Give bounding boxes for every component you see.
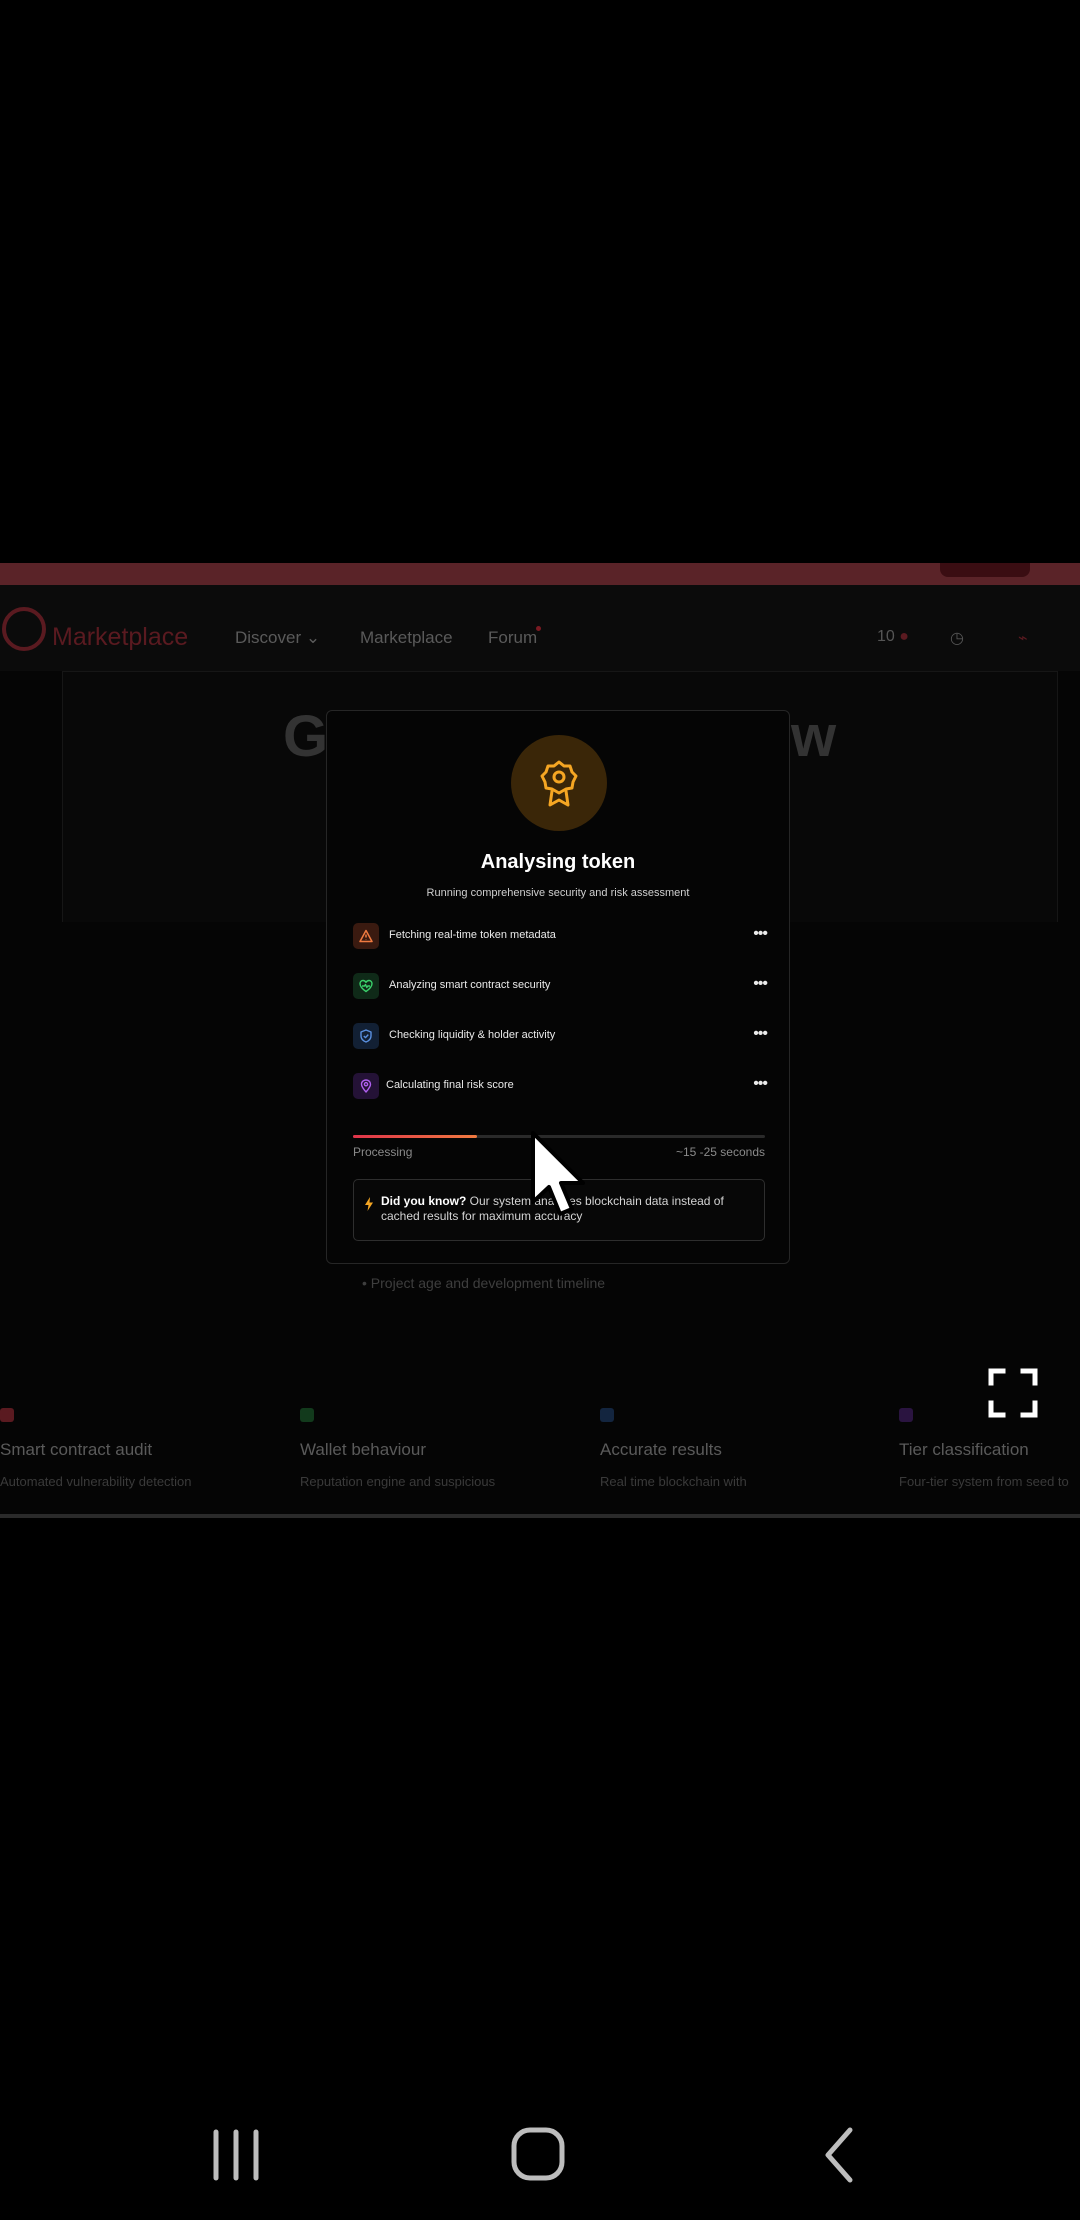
step-label: Analyzing smart contract security — [389, 979, 551, 991]
tip-heading: Did you know? — [381, 1194, 467, 1208]
feature-title: Smart contract audit — [0, 1440, 153, 1459]
fullscreen-icon[interactable] — [988, 1368, 1038, 1418]
step-icon-box — [353, 923, 379, 949]
shield-icon — [360, 1029, 372, 1043]
logo-icon[interactable] — [2, 607, 46, 651]
feature-wallet: Wallet behaviour Reputation engine and s… — [300, 1408, 600, 1489]
lightning-icon — [365, 1197, 373, 1211]
clock-icon[interactable]: ◷ — [950, 628, 964, 648]
fire-icon: ● — [899, 628, 909, 645]
feature-desc: Reputation engine and suspicious — [300, 1474, 496, 1489]
step-label: Fetching real-time token metadata — [389, 929, 556, 941]
step-fetch-metadata: Fetching real-time token metadata ••• — [353, 923, 768, 949]
feature-icon — [300, 1408, 314, 1422]
nav-discover[interactable]: Discover ⌄ — [235, 628, 320, 648]
step-loading-dots: ••• — [753, 975, 768, 992]
feature-smart-contract: Smart contract audit Automated vulnerabi… — [0, 1408, 300, 1489]
system-navigation-bar — [0, 2080, 1080, 2220]
progress-eta: ~15 -25 seconds — [675, 1145, 765, 1159]
nav-forum[interactable]: Forum — [488, 628, 537, 648]
feature-tier: Tier classification Four-tier system fro… — [899, 1408, 1080, 1489]
mouse-cursor-icon — [531, 1131, 585, 1216]
progress-fill — [353, 1135, 477, 1138]
step-label: Calculating final risk score — [386, 1079, 514, 1091]
nav-marketplace[interactable]: Marketplace — [360, 628, 453, 648]
feature-desc: Real time blockchain with — [600, 1474, 747, 1489]
feature-accurate: Accurate results Real time blockchain wi… — [600, 1408, 900, 1489]
step-icon-box — [353, 1023, 379, 1049]
hero-heading-right: w — [791, 704, 837, 769]
modal-subtitle: Running comprehensive security and risk … — [426, 887, 690, 899]
step-icon-box — [353, 973, 379, 999]
step-risk-score: Calculating final risk score ••• — [353, 1073, 768, 1099]
feature-icon — [0, 1408, 14, 1422]
logo-text[interactable]: Marketplace — [52, 623, 188, 652]
location-pin-icon — [360, 1079, 372, 1093]
modal-title: Analysing token — [480, 851, 636, 873]
feature-title: Wallet behaviour — [300, 1440, 426, 1459]
promo-bar — [0, 563, 1080, 585]
back-icon[interactable] — [800, 2120, 880, 2190]
chevron-down-icon: ⌄ — [305, 628, 321, 647]
progress-label: Processing — [353, 1145, 413, 1159]
feature-icon — [899, 1408, 913, 1422]
warning-icon — [359, 929, 373, 943]
wallet-icon[interactable]: ⌁ — [1018, 628, 1028, 648]
feature-title: Accurate results — [600, 1440, 722, 1459]
points-count[interactable]: 10 ● — [877, 628, 909, 646]
heart-pulse-icon — [359, 979, 373, 993]
step-loading-dots: ••• — [753, 1025, 768, 1042]
screen: Marketplace Discover ⌄ Marketplace Forum… — [0, 0, 1080, 2220]
feature-title: Tier classification — [899, 1440, 1029, 1459]
recent-apps-icon[interactable] — [196, 2120, 276, 2190]
step-liquidity: Checking liquidity & holder activity ••• — [353, 1023, 768, 1049]
step-loading-dots: ••• — [753, 925, 768, 942]
feature-bullet: • Project age and development timeline — [362, 1275, 606, 1291]
award-icon — [540, 760, 578, 807]
forum-badge — [536, 626, 541, 631]
feature-desc: Four-tier system from seed to — [899, 1474, 1069, 1489]
hero-heading-left: G — [283, 704, 329, 769]
home-icon[interactable] — [498, 2120, 578, 2190]
step-loading-dots: ••• — [753, 1075, 768, 1092]
video-progress-line[interactable] — [0, 1514, 1080, 1518]
step-icon-box — [353, 1073, 379, 1099]
award-badge — [511, 735, 607, 831]
promo-button[interactable] — [940, 563, 1030, 577]
feature-desc: Automated vulnerability detection — [0, 1474, 192, 1489]
step-contract-security: Analyzing smart contract security ••• — [353, 973, 768, 999]
feature-icon — [600, 1408, 614, 1422]
step-label: Checking liquidity & holder activity — [389, 1029, 556, 1041]
